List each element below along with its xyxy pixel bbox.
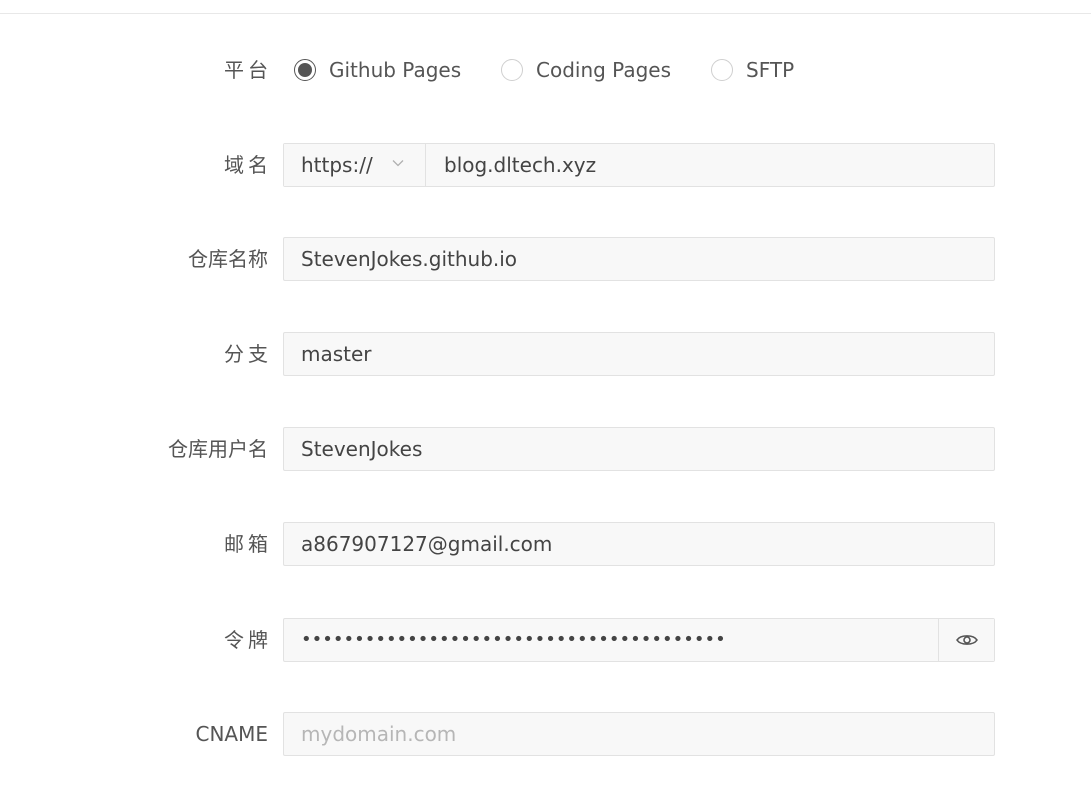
- domain-field: https:// blog.dltech.xyz: [283, 143, 995, 187]
- toggle-visibility-button[interactable]: [938, 619, 994, 661]
- token-label: 令牌: [224, 628, 272, 652]
- email-input[interactable]: a867907127@gmail.com: [301, 523, 552, 565]
- radio-unchecked-icon[interactable]: [711, 59, 733, 81]
- email-field[interactable]: a867907127@gmail.com: [283, 522, 995, 566]
- eye-icon[interactable]: [955, 633, 978, 647]
- top-divider: [0, 13, 1091, 14]
- branch-input[interactable]: master: [301, 333, 372, 375]
- username-input[interactable]: StevenJokes: [301, 428, 422, 470]
- branch-row: 分支 master: [0, 332, 1091, 376]
- cname-input[interactable]: mydomain.com: [301, 713, 456, 755]
- email-label: 邮箱: [224, 532, 272, 556]
- username-label: 仓库用户名: [168, 437, 268, 461]
- radio-coding-pages[interactable]: Coding Pages: [501, 48, 671, 92]
- token-field: ••••••••••••••••••••••••••••••••••••••••: [283, 618, 995, 662]
- radio-unchecked-icon[interactable]: [501, 59, 523, 81]
- repository-label: 仓库名称: [188, 247, 268, 271]
- branch-label: 分支: [224, 342, 272, 366]
- token-input[interactable]: ••••••••••••••••••••••••••••••••••••••••: [301, 619, 726, 661]
- radio-checked-icon[interactable]: [294, 59, 316, 81]
- platform-row: 平台 Github Pages Coding Pages SFTP: [0, 48, 1091, 92]
- radio-github-pages[interactable]: Github Pages: [294, 48, 461, 92]
- platform-label: 平台: [224, 58, 272, 82]
- username-field[interactable]: StevenJokes: [283, 427, 995, 471]
- repository-row: 仓库名称 StevenJokes.github.io: [0, 237, 1091, 281]
- username-row: 仓库用户名 StevenJokes: [0, 427, 1091, 471]
- chevron-down-icon[interactable]: [392, 157, 404, 169]
- repository-field[interactable]: StevenJokes.github.io: [283, 237, 995, 281]
- cname-row: CNAME mydomain.com: [0, 712, 1091, 756]
- email-row: 邮箱 a867907127@gmail.com: [0, 522, 1091, 566]
- radio-sftp[interactable]: SFTP: [711, 48, 794, 92]
- radio-github-pages-label[interactable]: Github Pages: [329, 58, 461, 82]
- repository-input[interactable]: StevenJokes.github.io: [301, 238, 517, 280]
- protocol-select[interactable]: https://: [284, 144, 426, 186]
- radio-coding-pages-label[interactable]: Coding Pages: [536, 58, 671, 82]
- branch-field[interactable]: master: [283, 332, 995, 376]
- token-row: 令牌 •••••••••••••••••••••••••••••••••••••…: [0, 618, 1091, 662]
- cname-label: CNAME: [195, 722, 269, 746]
- protocol-select-value[interactable]: https://: [301, 144, 373, 186]
- domain-row: 域名 https:// blog.dltech.xyz: [0, 143, 1091, 187]
- domain-label: 域名: [224, 153, 272, 177]
- cname-field[interactable]: mydomain.com: [283, 712, 995, 756]
- radio-sftp-label[interactable]: SFTP: [746, 58, 794, 82]
- domain-input[interactable]: blog.dltech.xyz: [444, 144, 596, 186]
